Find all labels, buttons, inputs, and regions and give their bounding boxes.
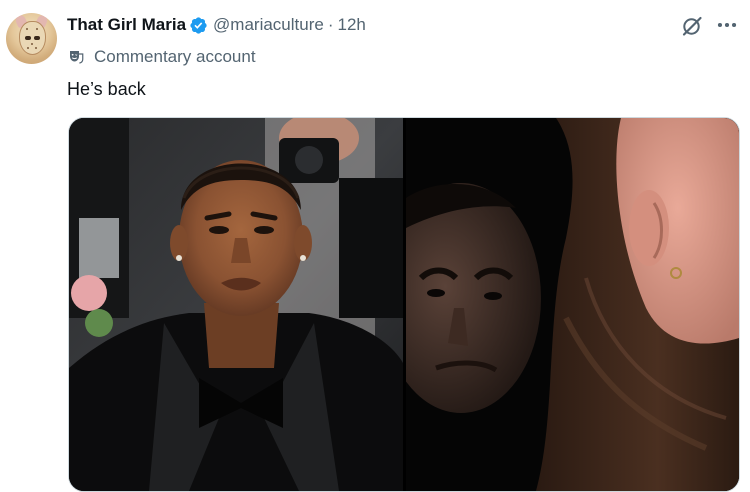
display-name[interactable]: That Girl Maria — [67, 13, 186, 37]
photo-1-image — [69, 118, 403, 491]
verified-badge-icon — [190, 16, 207, 34]
tweet-header: That Girl Maria @mariaculture · 12h — [67, 13, 366, 37]
separator-dot: · — [327, 15, 334, 34]
tweet-photo-1[interactable] — [69, 118, 403, 491]
tweet[interactable]: That Girl Maria @mariaculture · 12h Comm… — [0, 0, 750, 492]
more-options-icon[interactable] — [714, 12, 740, 38]
commentary-label-text: Commentary account — [94, 47, 256, 66]
media-grid[interactable] — [68, 117, 740, 492]
avatar[interactable] — [6, 13, 57, 64]
tweet-text: He’s back — [67, 79, 146, 99]
theater-masks-icon — [70, 51, 84, 64]
commentary-label[interactable]: Commentary account — [67, 45, 256, 69]
tweet-photo-2[interactable] — [406, 118, 739, 491]
timestamp[interactable]: 12h — [338, 13, 366, 37]
grok-icon[interactable] — [680, 14, 704, 38]
photo-2-image — [406, 118, 739, 491]
handle[interactable]: @mariaculture — [213, 13, 324, 37]
